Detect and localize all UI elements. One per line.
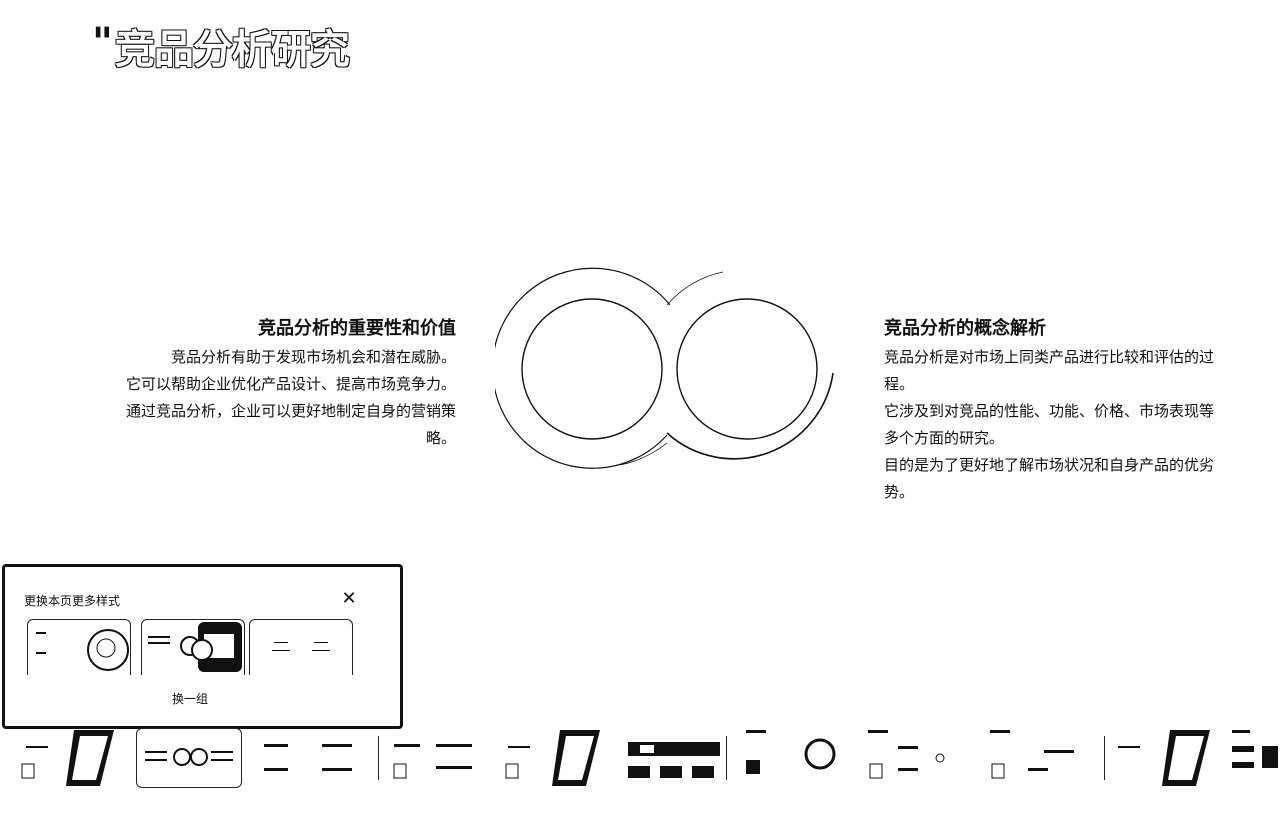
slide-thumbnail-9-preview [990, 730, 1074, 779]
style-option-3-preview [272, 642, 330, 651]
slide-thumbnail-4[interactable] [386, 728, 496, 788]
slide-thumbnail-6[interactable] [620, 728, 730, 788]
style-option-3[interactable] [249, 619, 353, 675]
slide-thumbnail-8-preview [868, 730, 945, 779]
slide-thumbnail-10[interactable] [1110, 728, 1220, 788]
style-option-2[interactable] [141, 619, 245, 675]
slide-thumbnail-5-preview [505, 730, 600, 786]
slide-filmstrip [0, 728, 1280, 788]
refresh-styles-button[interactable]: 换一组 [155, 691, 225, 707]
slide-thumbnail-9[interactable] [984, 728, 1094, 788]
right-paragraph-3: 目的是为了更好地了解市场状况和自身产品的优劣势。 [884, 456, 1215, 501]
filmstrip-divider [1104, 736, 1105, 780]
left-paragraph-3: 通过竞品分析，企业可以更好地制定自身的营销策略。 [126, 402, 457, 447]
slide-thumbnail-5[interactable] [500, 728, 610, 788]
slide-thumbnail-4-preview [393, 744, 472, 779]
filmstrip-divider [726, 736, 727, 780]
slide-thumbnail-8[interactable] [862, 728, 972, 788]
right-heading: 竞品分析的概念解析 [884, 318, 1046, 339]
style-option-2-preview [148, 622, 242, 672]
filmstrip-divider [378, 736, 379, 780]
right-text-block: 竞品分析的概念解析 竞品分析是对市场上同类产品进行比较和评估的过程。 它涉及到对… [884, 314, 1214, 506]
panel-title: 更换本页更多样式 [24, 594, 121, 608]
slide-thumbnail-2-active[interactable] [136, 728, 242, 788]
outer-arc-right [666, 271, 724, 306]
slide-title-text: 竞品分析研究 [114, 27, 350, 73]
left-paragraph-2: 它可以帮助企业优化产品设计、提高市场竞争力。 [126, 375, 457, 393]
quote-mark-icon: " [92, 19, 113, 66]
slide-thumbnail-1-preview [21, 730, 114, 786]
style-option-1-preview [36, 629, 129, 671]
slide-thumbnail-3[interactable] [256, 728, 366, 788]
slide-title: " 竞品分析研究 [92, 19, 350, 74]
slide-thumbnail-6-preview [628, 742, 720, 778]
close-icon[interactable]: ✕ [339, 589, 359, 609]
double-circle-graphic [495, 267, 834, 469]
slide-thumbnail-1[interactable] [14, 728, 124, 788]
right-paragraph-1: 竞品分析是对市场上同类产品进行比较和评估的过程。 [884, 348, 1215, 393]
slide-thumbnail-7[interactable] [740, 728, 850, 788]
left-circle [521, 298, 663, 440]
right-paragraph-2: 它涉及到对竞品的性能、功能、价格、市场表现等多个方面的研究。 [884, 402, 1215, 447]
left-text-block: 竞品分析的重要性和价值 竞品分析有助于发现市场机会和潜在威胁。 它可以帮助企业优… [126, 314, 456, 452]
slide-thumbnail-3-preview [264, 744, 352, 771]
style-chooser-panel: 更换本页更多样式 ✕ 换一组 [2, 564, 403, 729]
slide-thumbnail-7-preview [746, 730, 836, 774]
left-paragraph-1: 竞品分析有助于发现市场机会和潜在威胁。 [170, 348, 456, 366]
slide-thumbnail-11-preview [1232, 730, 1278, 768]
slide-thumbnail-2-preview [145, 748, 233, 766]
left-heading: 竞品分析的重要性和价值 [258, 318, 456, 339]
style-option-1[interactable] [27, 619, 131, 675]
right-circle [676, 298, 818, 440]
slide-thumbnail-10-preview [1118, 730, 1210, 786]
slide-thumbnail-11[interactable] [1228, 728, 1280, 788]
